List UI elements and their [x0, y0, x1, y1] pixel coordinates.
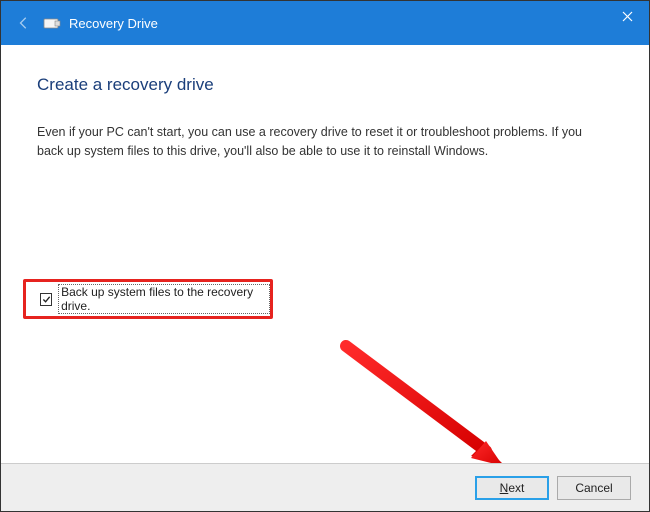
- titlebar: Recovery Drive: [1, 1, 649, 45]
- back-arrow-icon[interactable]: [15, 14, 33, 32]
- window-title: Recovery Drive: [69, 16, 158, 31]
- highlight-box: Back up system files to the recovery dri…: [23, 279, 273, 319]
- button-bar: Next Cancel: [1, 463, 649, 511]
- backup-checkbox[interactable]: [40, 293, 52, 306]
- annotation-arrow: [331, 336, 531, 476]
- content-area: Create a recovery drive Even if your PC …: [1, 45, 649, 161]
- page-heading: Create a recovery drive: [37, 75, 613, 95]
- backup-checkbox-row[interactable]: Back up system files to the recovery dri…: [40, 284, 270, 314]
- backup-checkbox-label: Back up system files to the recovery dri…: [58, 284, 270, 314]
- drive-icon: [43, 16, 61, 30]
- next-button[interactable]: Next: [475, 476, 549, 500]
- close-button[interactable]: [605, 1, 649, 31]
- page-description: Even if your PC can't start, you can use…: [37, 123, 597, 161]
- cancel-button[interactable]: Cancel: [557, 476, 631, 500]
